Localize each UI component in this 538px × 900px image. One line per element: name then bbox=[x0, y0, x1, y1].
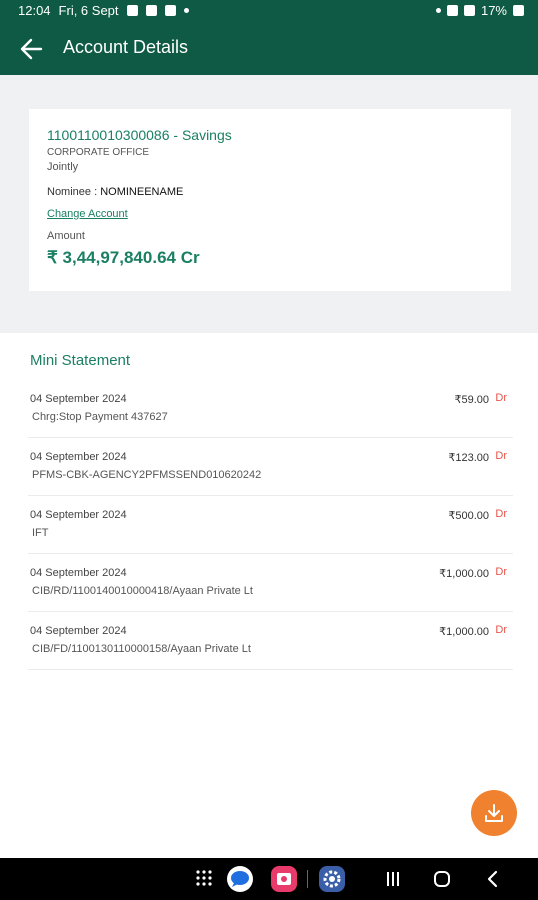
statement-row[interactable]: 04 September 2024 Chrg:Stop Payment 4376… bbox=[28, 380, 513, 438]
transaction-date: 04 September 2024 bbox=[30, 451, 127, 463]
arrow-left-icon bbox=[20, 38, 43, 60]
status-time: 12:04 bbox=[18, 3, 51, 18]
statement-row[interactable]: 04 September 2024 PFMS-CBK-AGENCY2PFMSSE… bbox=[28, 438, 513, 496]
account-balance: ₹ 3,44,97,840.64 Cr bbox=[47, 248, 200, 267]
transaction-type: Dr bbox=[495, 450, 507, 462]
nav-back-icon[interactable] bbox=[485, 870, 501, 888]
transaction-amount: ₹500.00 bbox=[448, 510, 489, 522]
account-title: 1100110010300086 - Savings bbox=[47, 127, 232, 143]
nominee: Nominee : NOMINEENAME bbox=[47, 186, 183, 198]
change-account-link[interactable]: Change Account bbox=[47, 208, 128, 220]
mail-notification-icon bbox=[145, 5, 157, 16]
branch-name: CORPORATE OFFICE bbox=[47, 147, 150, 158]
status-date: Fri, 6 Sept bbox=[58, 3, 119, 18]
amount-label: Amount bbox=[47, 230, 85, 242]
transaction-description: IFT bbox=[32, 527, 49, 539]
mini-statement-title: Mini Statement bbox=[30, 352, 131, 369]
account-card: 1100110010300086 - Savings CORPORATE OFF… bbox=[29, 109, 511, 291]
nav-divider bbox=[307, 870, 308, 888]
download-icon bbox=[485, 804, 503, 822]
messages-app-icon[interactable] bbox=[226, 865, 254, 893]
transaction-type: Dr bbox=[495, 508, 507, 520]
transaction-amount: ₹59.00 bbox=[454, 394, 489, 406]
app-drawer-icon[interactable] bbox=[196, 870, 212, 886]
transaction-date: 04 September 2024 bbox=[30, 625, 127, 637]
location-icon bbox=[435, 8, 441, 13]
download-statement-button[interactable] bbox=[471, 790, 517, 836]
battery-level: 17% bbox=[480, 3, 507, 18]
holding-type: Jointly bbox=[47, 161, 79, 173]
transaction-type: Dr bbox=[495, 392, 507, 404]
transaction-type: Dr bbox=[495, 566, 507, 578]
back-button[interactable] bbox=[16, 34, 46, 64]
cell-signal-icon bbox=[463, 5, 475, 16]
system-navigation-bar bbox=[0, 858, 538, 900]
screen-recorder-app-icon[interactable] bbox=[270, 865, 298, 893]
transaction-description: CIB/FD/1100130110000158/Ayaan Private Lt bbox=[32, 643, 251, 655]
transaction-date: 04 September 2024 bbox=[30, 567, 127, 579]
transaction-date: 04 September 2024 bbox=[30, 393, 127, 405]
transaction-amount: ₹123.00 bbox=[448, 452, 489, 464]
gallery-notification-icon bbox=[126, 5, 138, 16]
transaction-description: CIB/RD/1100140010000418/Ayaan Private Lt bbox=[32, 585, 253, 597]
battery-icon bbox=[513, 5, 524, 16]
transaction-date: 04 September 2024 bbox=[30, 509, 127, 521]
transaction-amount: ₹1,000.00 bbox=[439, 568, 489, 580]
statement-row[interactable]: 04 September 2024 CIB/RD/110014001000041… bbox=[28, 554, 513, 612]
settings-app-icon[interactable] bbox=[318, 865, 346, 893]
nominee-value: NOMINEENAME bbox=[100, 186, 184, 198]
recent-apps-icon[interactable] bbox=[385, 871, 401, 887]
transaction-amount: ₹1,000.00 bbox=[439, 626, 489, 638]
transaction-description: Chrg:Stop Payment 437627 bbox=[32, 411, 168, 423]
statement-row[interactable]: 04 September 2024 CIB/FD/110013011000015… bbox=[28, 612, 513, 670]
app-header: Account Details bbox=[0, 22, 538, 75]
page-title: Account Details bbox=[63, 37, 189, 57]
transaction-description: PFMS-CBK-AGENCY2PFMSSEND010620242 bbox=[32, 469, 262, 481]
notification-dot-icon bbox=[183, 8, 189, 13]
wifi-signal-icon bbox=[446, 5, 458, 16]
nominee-label: Nominee : bbox=[47, 186, 98, 198]
home-icon[interactable] bbox=[433, 870, 451, 888]
statement-row[interactable]: 04 September 2024 IFT ₹500.00 Dr bbox=[28, 496, 513, 554]
wifi-icon bbox=[164, 5, 176, 16]
transaction-type: Dr bbox=[495, 624, 507, 636]
status-bar: 12:04 Fri, 6 Sept 17% bbox=[0, 0, 538, 22]
